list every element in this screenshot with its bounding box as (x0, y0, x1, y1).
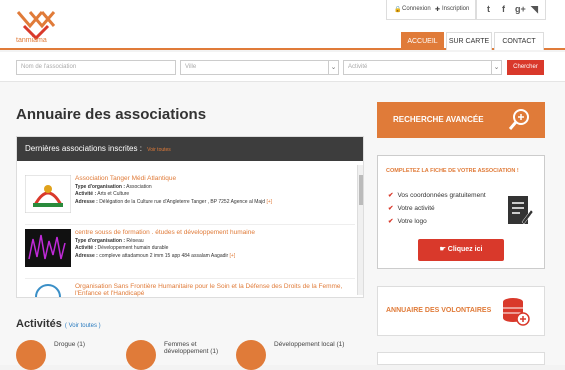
nav-home[interactable]: ACCUEIL (401, 32, 444, 50)
volunteers-directory-button[interactable]: ANNUAIRE DES VOLONTAIRES (377, 286, 545, 336)
chevron-down-icon: ⌄ (328, 61, 338, 74)
benefit-item: ✔ Votre logo (388, 218, 427, 225)
page-title: Annuaire des associations (16, 106, 207, 123)
see-all-link[interactable]: Voir toutes (147, 147, 171, 153)
activity-label: Drogue (1) (54, 341, 86, 348)
lock-icon: 🔒 (394, 7, 402, 13)
association-name[interactable]: centre souss de formation . études et dé… (75, 229, 255, 236)
latest-header: Dernières associations inscrites : Voir … (17, 137, 363, 161)
association-logo (25, 175, 71, 213)
calendar-icon (236, 340, 266, 370)
rss-icon[interactable]: ◥ (531, 4, 538, 15)
activity-item[interactable]: Développement local (1) (236, 340, 356, 370)
google-plus-icon[interactable]: g+ (515, 4, 526, 14)
city-select[interactable]: Ville ⌄ (180, 60, 339, 75)
hand-pointer-icon: ☛ (439, 246, 448, 253)
user-links: 🔒 Connexion ✚ Inscription (386, 0, 476, 20)
activity-select[interactable]: Activité ⌄ (343, 60, 502, 75)
latest-associations-panel: Dernières associations inscrites : Voir … (16, 136, 364, 298)
list-item[interactable]: Organisation Sans Frontière Humanitaire … (25, 283, 355, 297)
volunteers-label: ANNUAIRE DES VOLONTAIRES (386, 307, 492, 314)
see-all-activities-link[interactable]: ( Voir toutes ) (65, 323, 101, 329)
association-name[interactable]: Organisation Sans Frontière Humanitaire … (75, 283, 355, 297)
top-header: tanmiama 🔒 Connexion ✚ Inscription t f g… (0, 0, 565, 50)
activity-item[interactable]: Drogue (1) (16, 340, 116, 370)
association-logo (25, 229, 71, 267)
more-link[interactable]: [+] (230, 253, 236, 259)
advanced-search-button[interactable]: RECHERCHE AVANCÉE (377, 102, 545, 138)
list-item[interactable]: centre souss de formation . études et dé… (25, 229, 355, 279)
chevron-down-icon: ⌄ (491, 61, 501, 74)
association-name[interactable]: Association Tanger Médi Atlantique (75, 175, 176, 182)
twitter-icon[interactable]: t (487, 4, 490, 14)
latest-title: Dernières associations inscrites : (25, 144, 142, 153)
activity-select-value: Activité (348, 64, 368, 70)
signup-link[interactable]: Inscription (442, 6, 469, 12)
plus-icon: ✚ (435, 7, 441, 13)
activities-section-title: Activités ( Voir toutes ) (16, 318, 101, 330)
login-link[interactable]: Connexion (402, 6, 431, 12)
nav-contact[interactable]: CONTACT (494, 32, 544, 50)
scrollbar[interactable] (357, 165, 363, 295)
association-logo (35, 284, 61, 297)
sidebar-next-panel (377, 352, 545, 365)
document-edit-icon (508, 196, 534, 225)
benefit-item: ✔ Vos coordonnées gratuitement (388, 192, 486, 199)
search-bar: Nom de l'association Ville ⌄ Activité ⌄ … (0, 52, 565, 82)
calendar-icon (16, 340, 46, 370)
nav-map[interactable]: SUR CARTE (446, 32, 492, 50)
check-icon: ✔ (388, 192, 394, 199)
database-plus-icon (503, 298, 530, 326)
city-select-value: Ville (185, 64, 197, 70)
click-here-button[interactable]: ☛ Cliquez ici (418, 239, 504, 261)
check-icon: ✔ (388, 205, 394, 212)
complete-profile-title: COMPLETEZ LA FICHE DE VOTRE ASSOCIATION … (386, 168, 519, 174)
complete-profile-panel: COMPLETEZ LA FICHE DE VOTRE ASSOCIATION … (377, 155, 545, 269)
benefit-item: ✔ Votre activité (388, 205, 435, 212)
list-item[interactable]: Association Tanger Médi Atlantique Type … (25, 175, 355, 225)
social-links: t f g+ ◥ (476, 0, 546, 20)
calendar-icon (126, 340, 156, 370)
activity-item[interactable]: Femmes et développement (1) (126, 340, 231, 370)
magnifier-plus-icon (508, 109, 529, 130)
search-button[interactable]: Chercher (507, 60, 544, 75)
logo-text: tanmiama (16, 37, 47, 44)
association-name-input[interactable]: Nom de l'association (16, 60, 176, 75)
more-link[interactable]: [+] (266, 199, 272, 205)
activity-label: Femmes et développement (1) (164, 341, 219, 355)
facebook-icon[interactable]: f (502, 4, 505, 14)
activity-label: Développement local (1) (274, 341, 345, 348)
check-icon: ✔ (388, 218, 394, 225)
